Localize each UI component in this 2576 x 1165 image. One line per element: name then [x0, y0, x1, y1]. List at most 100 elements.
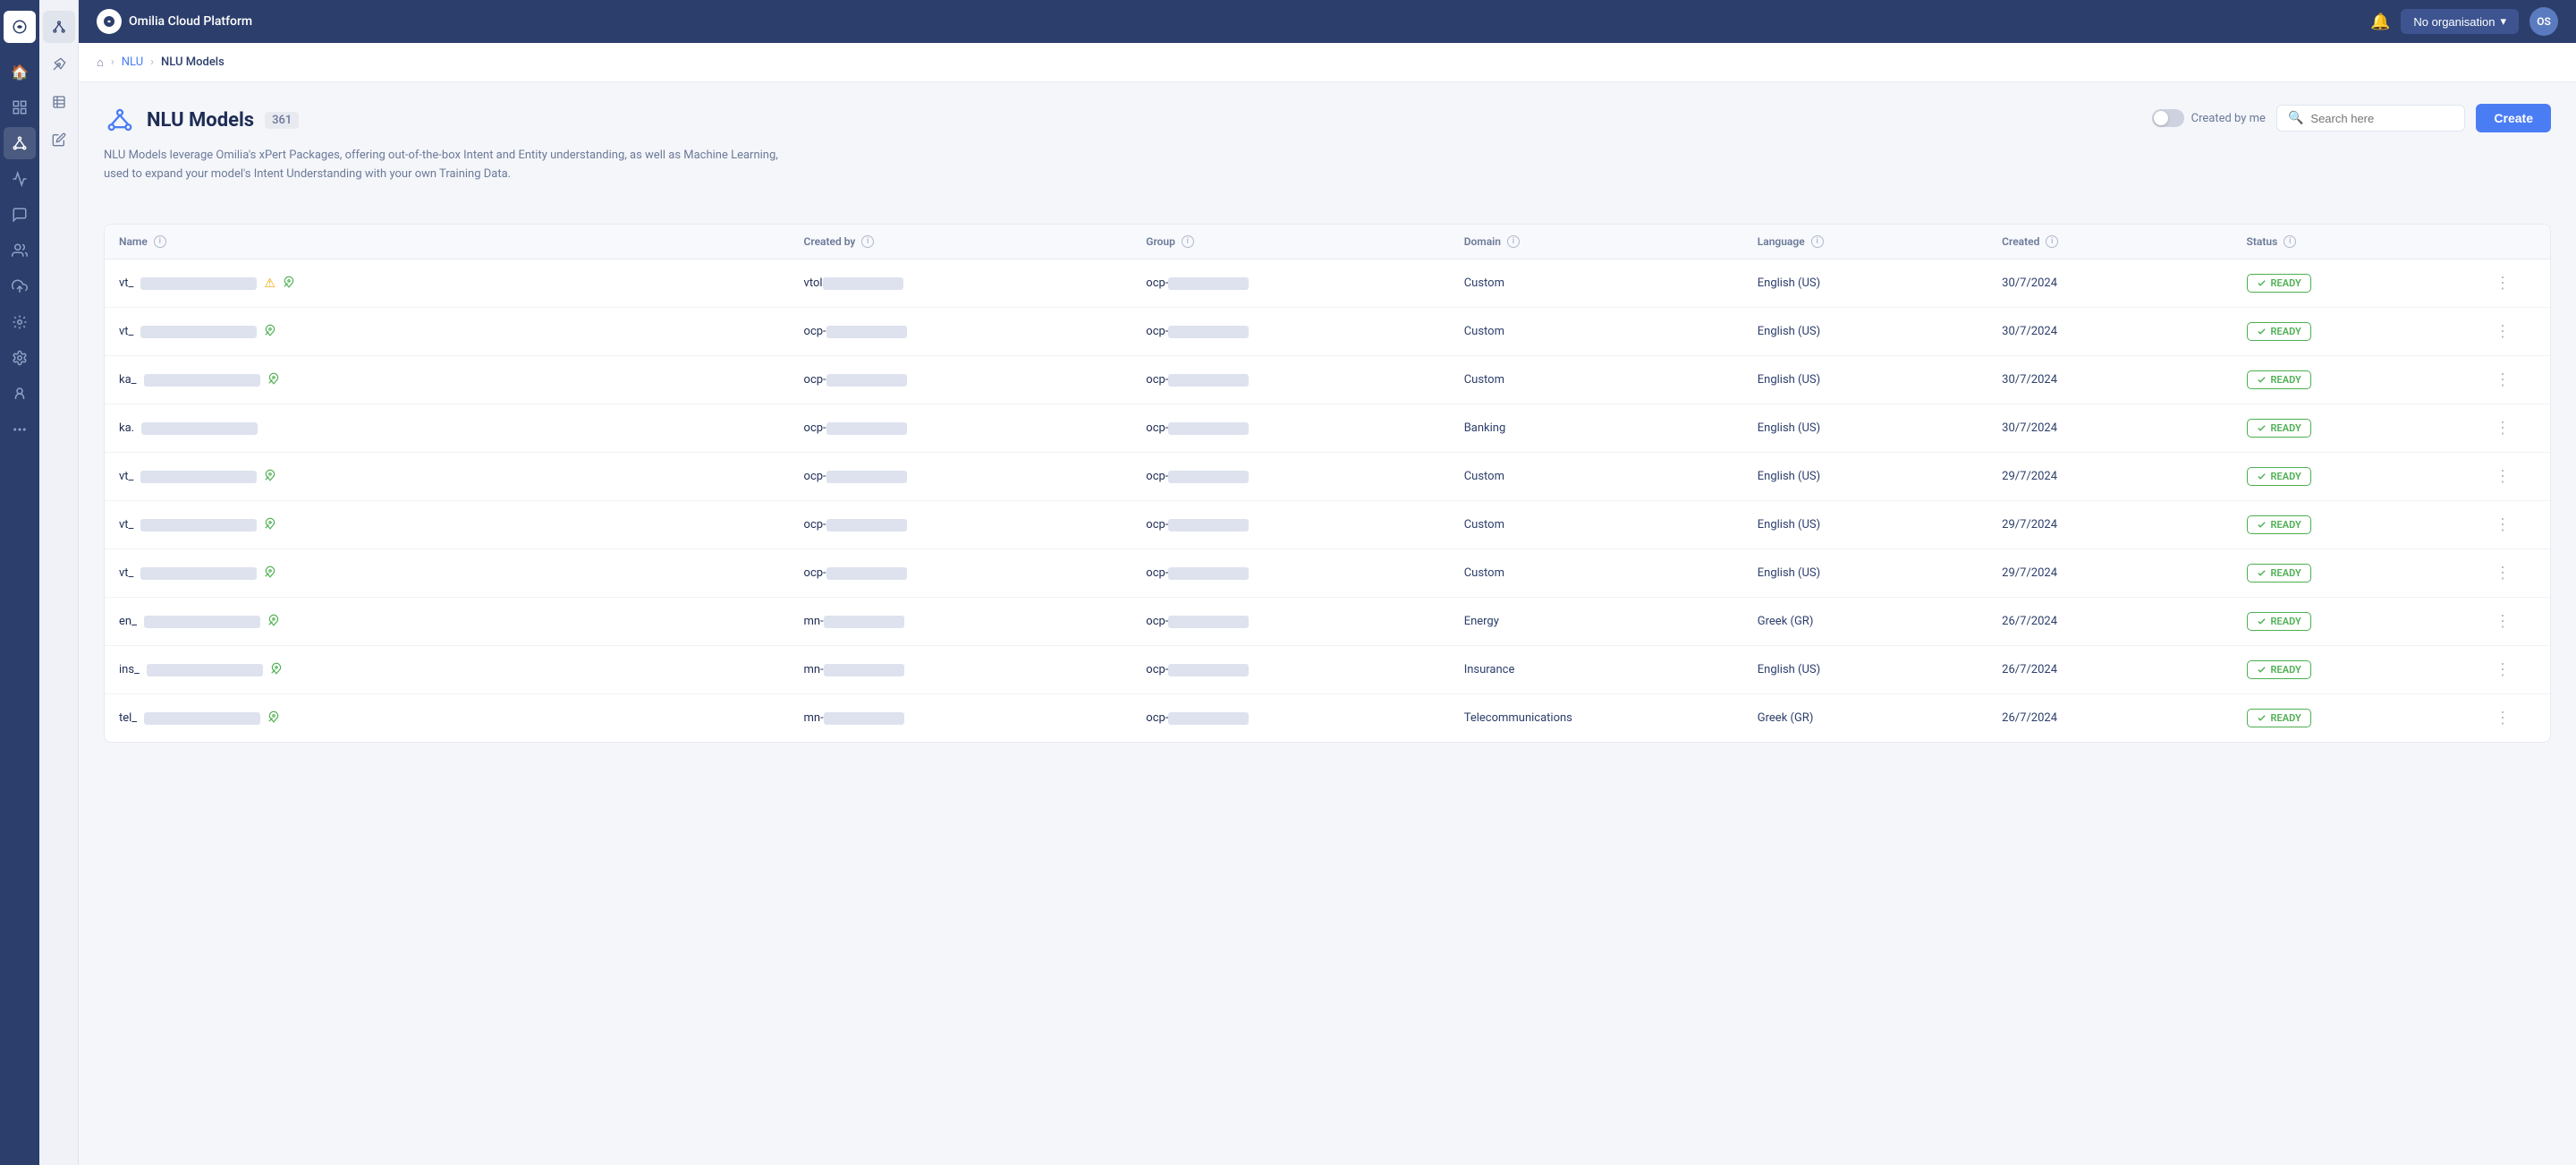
cell-group: ocp-████████ — [1131, 453, 1449, 501]
status-badge: READY — [2247, 322, 2311, 341]
cell-actions: ⋮ — [2477, 501, 2550, 549]
cell-name: vt_████████████⚠ — [105, 259, 790, 308]
created-by-blurred: ████████ — [824, 664, 904, 676]
sidebar-narrow: 🏠 — [0, 0, 39, 1165]
created-by-blurred: ████████ — [824, 712, 904, 725]
cell-actions: ⋮ — [2477, 453, 2550, 501]
sidebar-secondary-nlu-models[interactable] — [43, 11, 75, 43]
sidebar-icon-layers[interactable] — [4, 91, 36, 123]
more-options-button[interactable]: ⋮ — [2491, 270, 2514, 296]
search-input[interactable] — [2310, 112, 2453, 125]
create-button[interactable]: Create — [2476, 104, 2551, 132]
org-chevron-icon: ▾ — [2500, 14, 2506, 29]
status-badge: READY — [2247, 564, 2311, 582]
cell-name: en_████████████ — [105, 598, 790, 646]
cell-actions: ⋮ — [2477, 356, 2550, 404]
name-prefix: vt_ — [119, 566, 133, 580]
created-by-prefix: ocp- — [804, 325, 826, 338]
sidebar-icon-settings[interactable] — [4, 306, 36, 338]
name-prefix: vt_ — [119, 325, 133, 338]
breadcrumb-current: NLU Models — [161, 55, 225, 69]
name-prefix: ins_ — [119, 663, 140, 676]
more-options-button[interactable]: ⋮ — [2491, 463, 2514, 489]
more-options-button[interactable]: ⋮ — [2491, 512, 2514, 538]
bell-icon[interactable]: 🔔 — [2370, 13, 2390, 31]
more-options-button[interactable]: ⋮ — [2491, 705, 2514, 731]
created-by-blurred: ████████ — [826, 326, 907, 338]
sidebar-icon-misc[interactable] — [4, 413, 36, 446]
sidebar-icon-admin[interactable] — [4, 378, 36, 410]
created-by-blurred: ████████ — [826, 519, 907, 531]
cell-created-by: ocp-████████ — [790, 356, 1132, 404]
app-logo[interactable] — [4, 11, 36, 43]
cell-created-by: ocp-████████ — [790, 549, 1132, 598]
breadcrumb-home-icon[interactable]: ⌂ — [97, 55, 104, 70]
toggle-label: Created by me — [2191, 112, 2266, 125]
more-options-button[interactable]: ⋮ — [2491, 319, 2514, 344]
sidebar-icon-people[interactable] — [4, 234, 36, 267]
created-by-prefix: mn- — [804, 663, 824, 676]
created-by-blurred: ████████ — [826, 374, 907, 387]
col-header-created: Created i — [1987, 225, 2232, 259]
name-prefix: vt_ — [119, 518, 133, 531]
name-prefix: tel_ — [119, 711, 137, 725]
rocket-icon — [267, 372, 280, 388]
sidebar-icon-messages[interactable] — [4, 199, 36, 231]
created-by-prefix: mn- — [804, 615, 824, 628]
sidebar-icon-home[interactable]: 🏠 — [4, 55, 36, 88]
avatar[interactable]: OS — [2529, 7, 2558, 36]
cell-group: ocp-████████ — [1131, 259, 1449, 308]
group-blurred: ████████ — [1168, 422, 1249, 435]
cell-name: vt_████████████ — [105, 308, 790, 356]
cell-created-by: ocp-████████ — [790, 308, 1132, 356]
cell-group: ocp-████████ — [1131, 549, 1449, 598]
created-by-blurred: ████████ — [824, 616, 904, 628]
rocket-icon — [283, 276, 295, 292]
more-options-button[interactable]: ⋮ — [2491, 657, 2514, 683]
info-icon-domain: i — [1507, 235, 1520, 248]
more-options-button[interactable]: ⋮ — [2491, 415, 2514, 441]
breadcrumb-sep-1: › — [111, 55, 114, 69]
cell-created-date: 30/7/2024 — [1987, 356, 2232, 404]
cell-status: READY — [2233, 598, 2477, 646]
info-icon-created-by: i — [861, 235, 874, 248]
page-header: NLU Models 361 NLU Models leverage Omili… — [104, 104, 2551, 206]
cell-status: READY — [2233, 694, 2477, 743]
cell-name: vt_████████████ — [105, 549, 790, 598]
name-prefix: en_ — [119, 615, 137, 628]
cell-created-by: mn-████████ — [790, 694, 1132, 743]
cell-language: English (US) — [1743, 453, 1987, 501]
created-by-prefix: ocp- — [804, 566, 826, 580]
more-options-button[interactable]: ⋮ — [2491, 608, 2514, 634]
sidebar-secondary-datasets[interactable] — [43, 86, 75, 118]
cell-status: READY — [2233, 549, 2477, 598]
sidebar-icon-cloud-upload[interactable] — [4, 270, 36, 302]
rocket-icon — [264, 565, 276, 582]
group-prefix: ocp- — [1146, 373, 1168, 387]
col-header-status: Status i — [2233, 225, 2477, 259]
logo-icon — [97, 9, 122, 34]
cell-created-date: 30/7/2024 — [1987, 308, 2232, 356]
cell-actions: ⋮ — [2477, 646, 2550, 694]
cell-domain: Banking — [1450, 404, 1743, 453]
rocket-icon — [264, 517, 276, 533]
cell-group: ocp-████████ — [1131, 356, 1449, 404]
more-options-button[interactable]: ⋮ — [2491, 367, 2514, 393]
toggle-switch[interactable] — [2152, 109, 2184, 127]
more-options-button[interactable]: ⋮ — [2491, 560, 2514, 586]
cell-domain: Custom — [1450, 259, 1743, 308]
status-badge: READY — [2247, 274, 2311, 293]
rocket-icon — [264, 324, 276, 340]
sidebar-secondary-annotations[interactable] — [43, 123, 75, 156]
org-selector-button[interactable]: No organisation ▾ — [2401, 9, 2519, 34]
sidebar-secondary-rocket[interactable] — [43, 48, 75, 81]
created-by-blurred: ████████ — [823, 277, 903, 290]
sidebar-icon-config[interactable] — [4, 342, 36, 374]
header-right: 🔔 No organisation ▾ OS — [2370, 7, 2558, 36]
sidebar-icon-nlu[interactable] — [4, 127, 36, 159]
breadcrumb-nlu-link[interactable]: NLU — [122, 55, 143, 69]
sidebar-icon-analytics[interactable] — [4, 163, 36, 195]
created-by-blurred: ████████ — [826, 471, 907, 483]
cell-name: vt_████████████ — [105, 501, 790, 549]
cell-name: ins_████████████ — [105, 646, 790, 694]
